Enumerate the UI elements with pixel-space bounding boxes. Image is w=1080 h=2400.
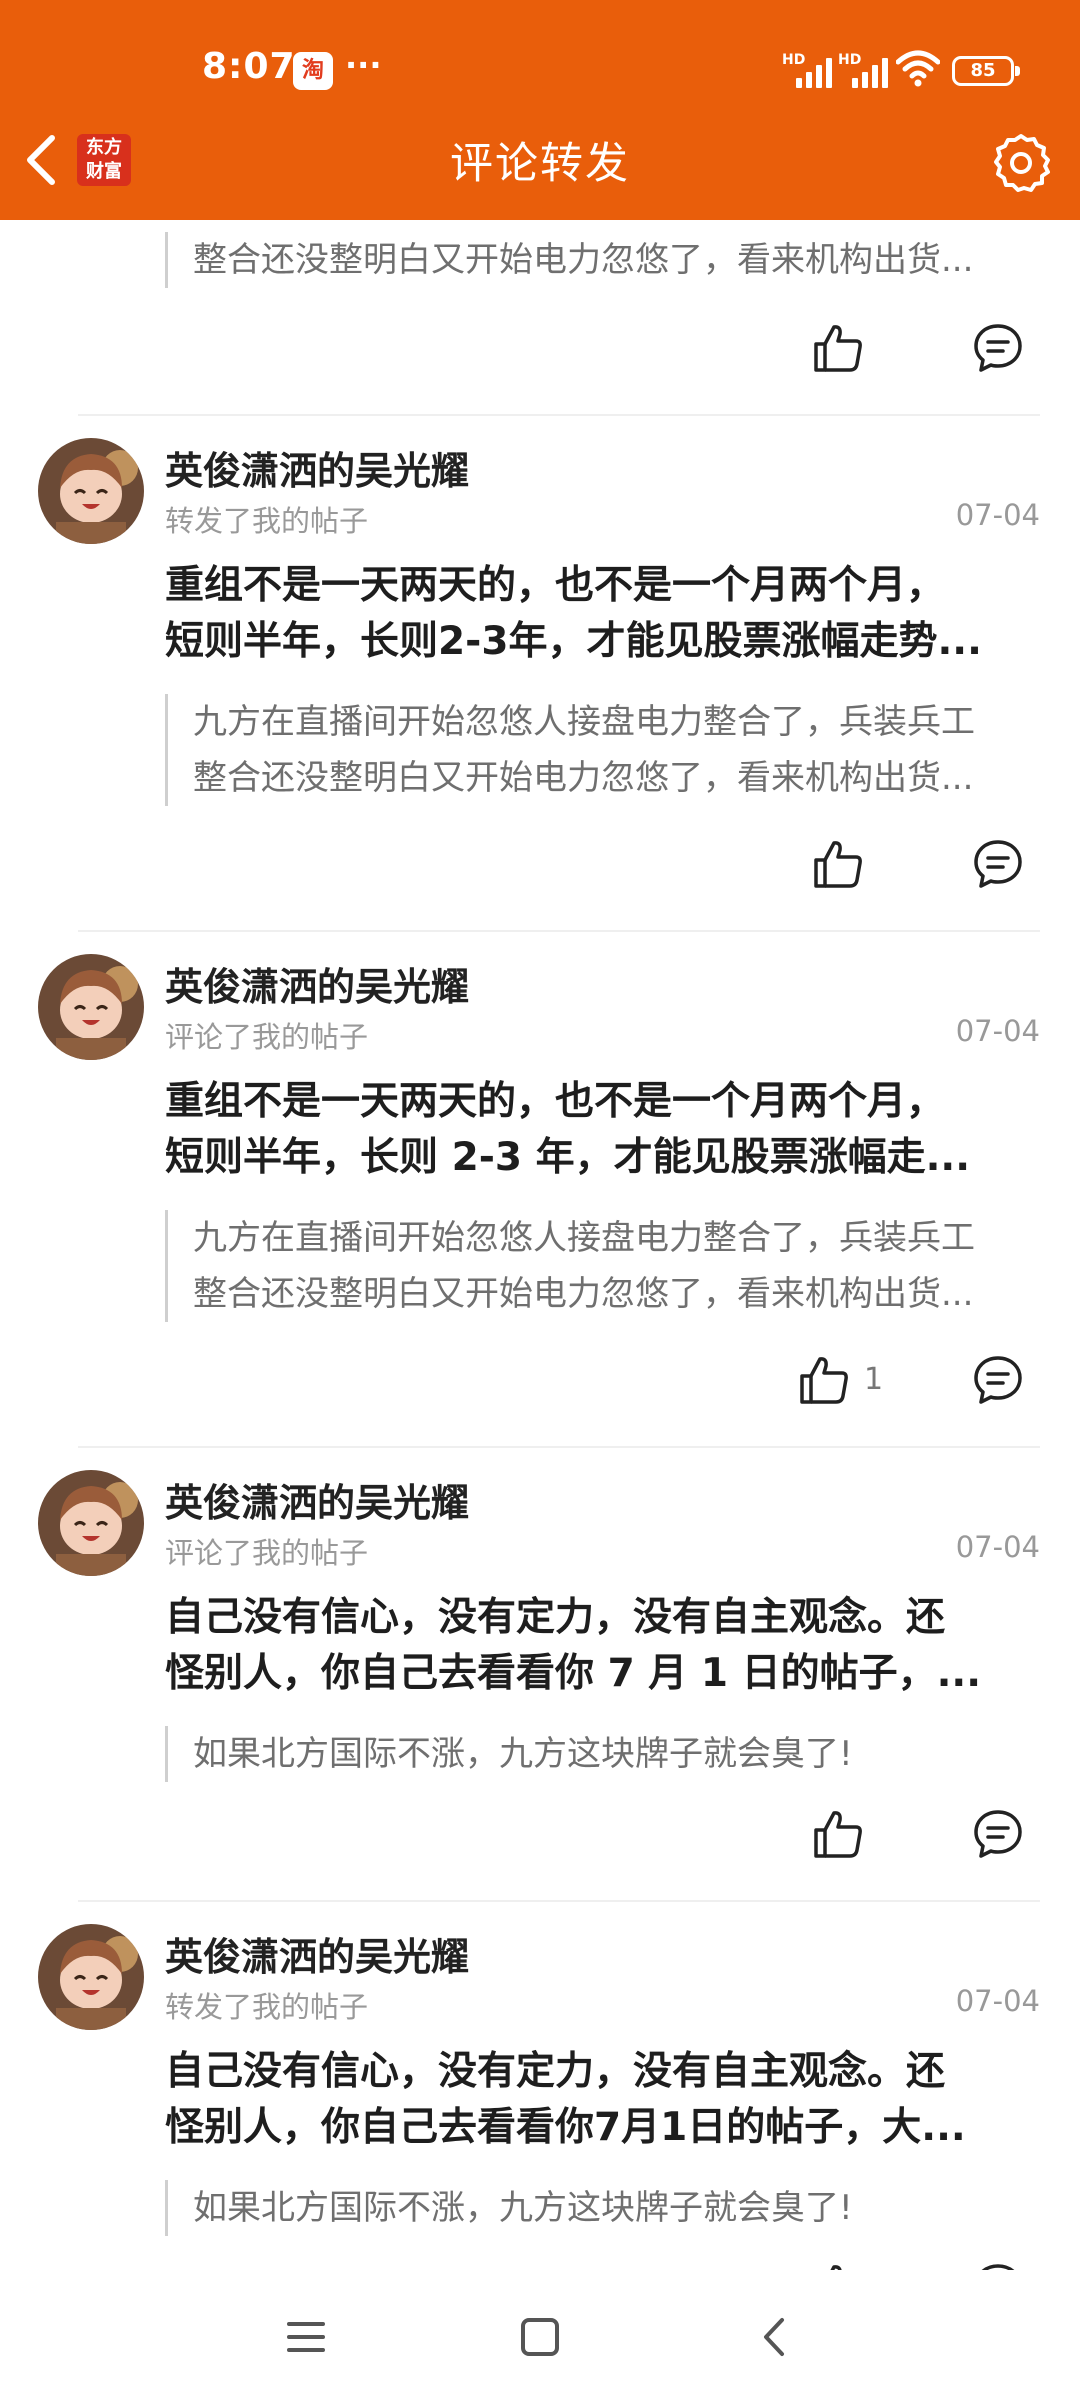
comment-icon[interactable] — [972, 1354, 1024, 1406]
action-label: 转发了我的帖子 — [165, 504, 369, 538]
gear-icon[interactable] — [990, 132, 1052, 194]
quoted-post[interactable]: 九方在直播间开始忽悠人接盘电力整合了，兵装兵工 整合还没整明白又开始电力忽悠了，… — [165, 1210, 1045, 1322]
post-content[interactable]: 自己没有信心，没有定力，没有自主观念。还 怪别人，你自己去看看你 7 月 1 日… — [165, 1590, 1040, 1702]
cellular-signal-icon: HD — [782, 52, 832, 90]
like-icon[interactable] — [812, 1808, 864, 1860]
action-label: 转发了我的帖子 — [165, 1990, 369, 2024]
post-content[interactable]: 重组不是一天两天的，也不是一个月两个月， 短则半年，长则 2-3 年，才能见股票… — [165, 1074, 1040, 1186]
divider — [78, 414, 1040, 416]
quoted-post[interactable]: 九方在直播间开始忽悠人接盘电力整合了，兵装兵工 整合还没整明白又开始电力忽悠了，… — [165, 694, 1045, 806]
battery-icon: 85 — [952, 56, 1020, 86]
comment-icon[interactable] — [972, 838, 1024, 890]
app-header: 8:07 淘 ··· HD HD 85 东方 财富 评论转发 — [0, 0, 1080, 220]
comment-icon[interactable] — [972, 1808, 1024, 1860]
comment-icon[interactable] — [972, 322, 1024, 374]
author-name[interactable]: 英俊潇洒的吴光耀 — [165, 1926, 469, 1981]
cellular-signal-icon-2: HD — [838, 52, 888, 90]
divider — [78, 930, 1040, 932]
taobao-notification-icon: 淘 — [293, 52, 333, 90]
post-date: 07-04 — [955, 1984, 1040, 2018]
like-icon[interactable] — [812, 322, 864, 374]
wifi-icon — [896, 50, 940, 87]
like-count: 1 — [864, 1362, 884, 1397]
menu-icon[interactable] — [281, 2312, 331, 2362]
page-title: 评论转发 — [450, 139, 630, 189]
divider — [78, 1900, 1040, 1902]
like-icon[interactable] — [798, 1354, 850, 1406]
status-time: 8:07 — [202, 46, 296, 87]
action-label: 评论了我的帖子 — [165, 1020, 369, 1054]
comments-feed[interactable]: 整合还没整明白又开始电力忽悠了，看来机构出货... 英俊潇洒的吴光耀 转发了我的… — [0, 220, 1080, 2270]
post-content[interactable]: 自己没有信心，没有定力，没有自主观念。还 怪别人，你自己去看看你7月1日的帖子，… — [165, 2044, 1040, 2156]
system-navigation-bar — [0, 2270, 1080, 2400]
post-date: 07-04 — [955, 498, 1040, 532]
divider — [78, 1446, 1040, 1448]
author-name[interactable]: 英俊潇洒的吴光耀 — [165, 1472, 469, 1527]
post-content[interactable]: 重组不是一天两天的，也不是一个月两个月， 短则半年，长则2-3年，才能见股票涨幅… — [165, 558, 1040, 670]
quoted-post[interactable]: 整合还没整明白又开始电力忽悠了，看来机构出货... — [165, 232, 1045, 288]
comment-icon[interactable] — [972, 2262, 1024, 2270]
like-icon[interactable] — [812, 838, 864, 890]
avatar[interactable] — [38, 1470, 144, 1576]
author-name[interactable]: 英俊潇洒的吴光耀 — [165, 440, 469, 495]
back-nav-icon[interactable] — [750, 2312, 800, 2362]
quoted-post[interactable]: 如果北方国际不涨，九方这块牌子就会臭了! — [165, 2180, 1045, 2236]
home-square-icon[interactable] — [515, 2312, 565, 2362]
quoted-post[interactable]: 如果北方国际不涨，九方这块牌子就会臭了! — [165, 1726, 1045, 1782]
avatar[interactable] — [38, 1924, 144, 2030]
like-icon[interactable] — [812, 2262, 864, 2270]
author-name[interactable]: 英俊潇洒的吴光耀 — [165, 956, 469, 1011]
avatar[interactable] — [38, 438, 144, 544]
avatar[interactable] — [38, 954, 144, 1060]
post-date: 07-04 — [955, 1014, 1040, 1048]
post-date: 07-04 — [955, 1530, 1040, 1564]
action-label: 评论了我的帖子 — [165, 1536, 369, 1570]
more-notifications-icon: ··· — [345, 46, 382, 84]
